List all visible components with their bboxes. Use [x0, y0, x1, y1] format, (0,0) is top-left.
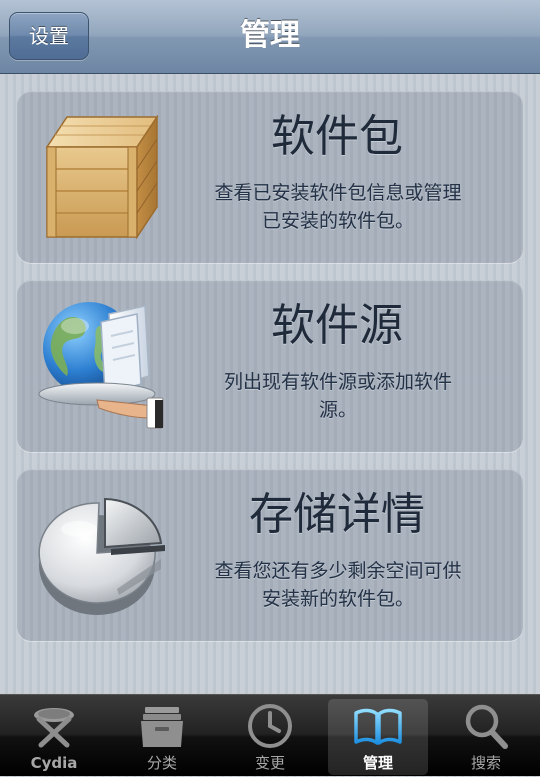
sections-icon — [141, 707, 183, 747]
tab-changes-label: 变更 — [254, 754, 285, 772]
storage-pie-icon — [38, 497, 165, 615]
sources-card[interactable]: 软件源 列出现有软件源或添加软件 源。 — [17, 280, 523, 452]
page-title: 管理 — [240, 18, 300, 53]
packages-title: 软件包 — [271, 111, 403, 162]
storage-description-line-1: 查看您还有多少剩余空间可供 — [214, 560, 462, 582]
tab-cydia-label: Cydia — [30, 754, 78, 772]
tab-manage[interactable]: 管理 — [324, 695, 432, 777]
tab-cydia[interactable]: Cydia — [0, 695, 108, 777]
packages-card[interactable]: 软件包 查看已安装软件包信息或管理 已安装的软件包。 — [17, 91, 523, 263]
package-box-icon — [45, 114, 159, 240]
clock-icon — [248, 704, 292, 748]
tab-search-label: 搜索 — [470, 754, 501, 772]
settings-back-button[interactable]: 设置 — [9, 12, 89, 60]
storage-title: 存储详情 — [249, 489, 425, 540]
tab-changes[interactable]: 变更 — [216, 695, 324, 777]
packages-description-line-1: 查看已安装软件包信息或管理 — [214, 182, 462, 204]
sources-title: 软件源 — [271, 300, 403, 351]
sources-description-line-1: 列出现有软件源或添加软件 — [223, 371, 452, 393]
tab-bar: Cydia 分类 变更 管理 搜索 — [0, 694, 540, 776]
storage-card[interactable]: 存储详情 查看您还有多少剩余空间可供 安装新的软件包。 — [17, 469, 523, 641]
search-icon — [465, 704, 508, 749]
cydia-icon — [34, 708, 74, 748]
tab-search[interactable]: 搜索 — [432, 695, 540, 777]
packages-description: 查看已安装软件包信息或管理 已安装的软件包。 — [173, 179, 503, 235]
tab-manage-label: 管理 — [362, 754, 393, 772]
sources-description: 列出现有软件源或添加软件 源。 — [173, 368, 503, 424]
storage-description: 查看您还有多少剩余空间可供 安装新的软件包。 — [173, 557, 503, 613]
packages-description-line-2: 已安装的软件包。 — [261, 210, 414, 232]
sources-description-line-2: 源。 — [318, 399, 357, 421]
navigation-bar: 设置 管理 — [0, 0, 540, 74]
storage-description-line-2: 安装新的软件包。 — [261, 588, 414, 610]
tab-sections-label: 分类 — [146, 754, 177, 772]
tab-sections[interactable]: 分类 — [108, 695, 216, 777]
globe-sources-icon — [38, 302, 164, 429]
book-icon — [354, 708, 402, 745]
